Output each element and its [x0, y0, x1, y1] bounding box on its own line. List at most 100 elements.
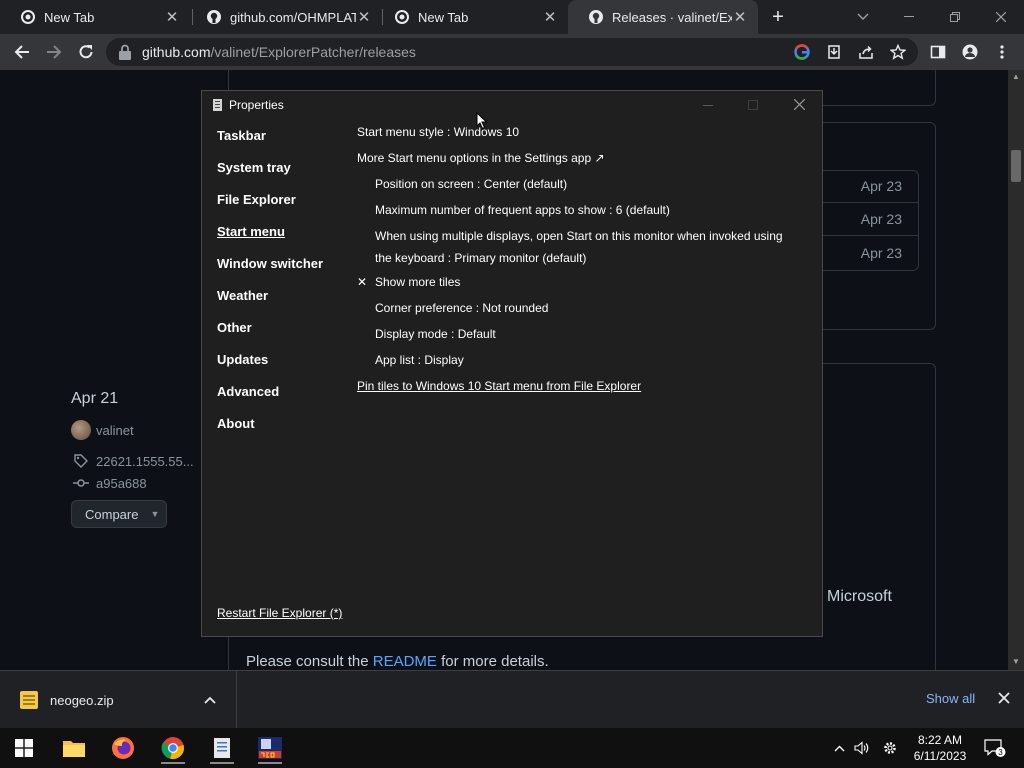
tab-new-tab-2[interactable]: New Tab ✕ [374, 0, 568, 34]
restart-explorer-link[interactable]: Restart File Explorer (*) [217, 606, 342, 620]
github-icon [588, 9, 604, 25]
taskbar-file-explorer[interactable] [54, 732, 94, 764]
properties-app-icon [214, 738, 230, 758]
tab-search-button[interactable] [840, 0, 886, 34]
tab-new-tab-1[interactable]: New Tab ✕ [0, 0, 190, 34]
option-position-on-screen[interactable]: Position on screen : Center (default) [375, 173, 567, 195]
tab-close-icon[interactable]: ✕ [732, 9, 748, 26]
asset-date: Apr 23 [820, 203, 918, 236]
chevron-up-icon[interactable] [204, 693, 220, 707]
release-author[interactable]: valinet [71, 420, 134, 440]
restore-button[interactable] [932, 0, 978, 34]
menu-button[interactable] [990, 40, 1014, 64]
pin-tiles-link[interactable]: Pin tiles to Windows 10 Start menu from … [357, 375, 641, 397]
nav-advanced[interactable]: Advanced [217, 384, 279, 399]
reload-button[interactable] [74, 40, 98, 64]
show-all-downloads-button[interactable]: Show all [926, 691, 975, 706]
restore-icon [950, 12, 960, 22]
author-name: valinet [96, 422, 134, 438]
forward-button[interactable] [42, 40, 66, 64]
tab-title: New Tab [44, 9, 95, 25]
commit-hash: a95a688 [96, 475, 147, 491]
compare-label: Compare [85, 506, 139, 522]
nav-file-explorer[interactable]: File Explorer [217, 192, 296, 207]
back-button[interactable] [10, 40, 34, 64]
url-text: github.com/valinet/ExplorerPatcher/relea… [142, 44, 416, 60]
nav-updates[interactable]: Updates [217, 352, 268, 367]
checkbox-checked-icon: ✕ [357, 275, 368, 289]
release-commit[interactable]: a95a688 [71, 473, 147, 493]
tab-github-ohmplatf[interactable]: github.com/OHMPLATF ✕ [186, 0, 382, 34]
taskbar-firefox[interactable] [103, 732, 143, 764]
download-icon [828, 45, 840, 59]
option-multi-display[interactable]: When using multiple displays, open Start… [375, 225, 783, 269]
zip-file-icon [20, 691, 38, 709]
lock-icon [119, 44, 131, 60]
minimize-icon [703, 105, 713, 106]
nav-system-tray[interactable]: System tray [217, 160, 291, 175]
close-window-button[interactable] [978, 0, 1024, 34]
taskbar-neogeo-app[interactable] [250, 732, 290, 764]
address-bar[interactable]: github.com/valinet/ExplorerPatcher/relea… [106, 38, 918, 66]
new-tab-button[interactable]: + [768, 7, 788, 27]
nav-other[interactable]: Other [217, 320, 252, 335]
option-app-list[interactable]: App list : Display [375, 349, 464, 371]
google-lens-button[interactable] [792, 42, 812, 62]
option-start-menu-style[interactable]: Start menu style : Windows 10 [357, 121, 519, 143]
option-more-settings-link[interactable]: More Start menu options in the Settings … [357, 147, 605, 169]
option-max-frequent-apps[interactable]: Maximum number of frequent apps to show … [375, 199, 670, 221]
side-panel-button[interactable] [926, 40, 950, 64]
nav-start-menu[interactable]: Start menu [217, 224, 285, 239]
nav-window-switcher[interactable]: Window switcher [217, 256, 323, 271]
commit-icon [71, 473, 91, 493]
bookmark-button[interactable] [888, 42, 908, 62]
option-show-more-tiles[interactable]: ✕ Show more tiles [357, 271, 460, 293]
scroll-up-icon[interactable]: ▲ [1011, 72, 1021, 81]
tab-close-icon[interactable]: ✕ [164, 9, 180, 26]
minimize-button[interactable] [886, 0, 932, 34]
properties-minimize-button[interactable] [698, 97, 718, 115]
tab-title: Releases · valinet/Explo [612, 9, 732, 25]
option-multi-display-line2: the keyboard : Primary monitor (default) [375, 251, 587, 265]
release-tag[interactable]: 22621.1555.55... [71, 451, 194, 471]
properties-close-button[interactable] [789, 97, 809, 115]
scrollbar-thumb[interactable] [1011, 150, 1021, 182]
nav-weather[interactable]: Weather [217, 288, 268, 303]
compare-button[interactable]: Compare ▼ [71, 500, 167, 528]
taskbar-clock[interactable]: 8:22 AM 6/11/2023 [905, 732, 975, 764]
download-item[interactable]: neogeo.zip [0, 671, 237, 729]
settings-tray-button[interactable] [880, 728, 900, 768]
clock-time: 8:22 AM [917, 733, 963, 747]
option-corner-preference[interactable]: Corner preference : Not rounded [375, 297, 548, 319]
tag-name: 22621.1555.55... [96, 453, 194, 469]
option-multi-display-line1: When using multiple displays, open Start… [375, 229, 783, 243]
option-display-mode[interactable]: Display mode : Default [375, 323, 496, 345]
firefox-icon [112, 737, 134, 759]
properties-titlebar[interactable]: Properties [202, 91, 822, 121]
install-app-button[interactable] [824, 42, 844, 62]
readme-link[interactable]: README [373, 653, 437, 670]
properties-maximize-button[interactable] [743, 97, 763, 115]
gear-icon [884, 742, 896, 754]
browser-toolbar: github.com/valinet/ExplorerPatcher/relea… [0, 34, 1024, 70]
close-shelf-button[interactable] [998, 688, 1010, 709]
caret-down-icon: ▼ [150, 509, 160, 519]
taskbar-chrome[interactable] [153, 732, 193, 764]
tab-close-icon[interactable]: ✕ [356, 9, 372, 26]
taskbar-properties-app[interactable] [202, 732, 242, 764]
chrome-icon [161, 737, 184, 759]
tab-close-icon[interactable]: ✕ [542, 9, 558, 26]
share-button[interactable] [856, 42, 876, 62]
close-icon [998, 692, 1010, 704]
start-button[interactable] [4, 732, 44, 764]
show-hidden-icons-button[interactable] [830, 728, 848, 768]
volume-button[interactable] [852, 728, 872, 768]
tab-releases-active[interactable]: Releases · valinet/Explo ✕ [568, 0, 758, 34]
profile-button[interactable] [958, 40, 982, 64]
page-scrollbar[interactable]: ▲ ▼ [1008, 70, 1024, 670]
action-center-button[interactable]: 3 [982, 728, 1008, 768]
chrome-icon [394, 9, 410, 25]
scroll-down-icon[interactable]: ▼ [1011, 657, 1021, 666]
nav-taskbar[interactable]: Taskbar [217, 128, 266, 143]
nav-about[interactable]: About [217, 416, 255, 431]
